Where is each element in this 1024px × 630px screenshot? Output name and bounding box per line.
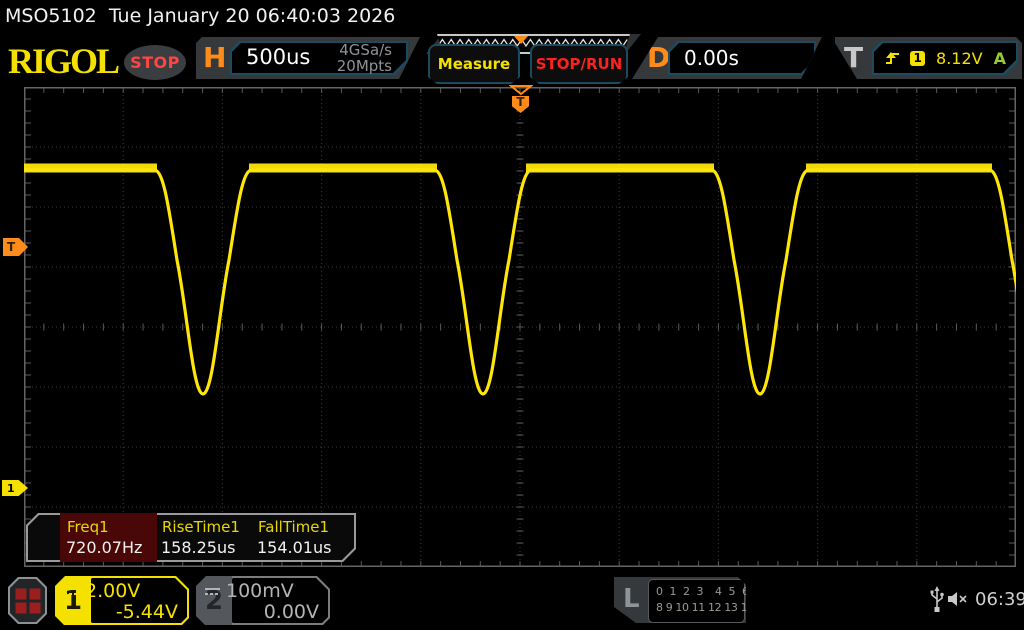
measurement-freq1[interactable]: Freq1 720.07Hz	[60, 513, 157, 562]
overview-position-marker-icon[interactable]	[514, 36, 528, 44]
trigger-settings[interactable]: T 1 8.12V A	[835, 37, 1022, 79]
measure-button-label: Measure	[438, 55, 510, 73]
measurement-label: RiseTime1	[162, 518, 240, 536]
clock: 06:39	[975, 589, 1024, 610]
dc-coupling-icon	[64, 588, 79, 595]
acquisition-status-badge: STOP	[124, 45, 186, 80]
measurement-risetime1[interactable]: RiseTime1 158.25us	[157, 513, 253, 562]
sample-rate: 4GSa/s	[337, 42, 392, 58]
logic-analyzer-tab[interactable]: L 0 1 2 3 4 5 6 7 8 9 10 11 12 13 14 15	[614, 577, 746, 623]
stop-run-button[interactable]: STOP/RUN	[530, 44, 628, 84]
measurement-label: Freq1	[67, 518, 109, 536]
title-bar: MSO5102 Tue January 20 06:40:03 2026	[5, 5, 395, 27]
trigger-label: T	[844, 41, 863, 74]
logic-channels-box: 0 1 2 3 4 5 6 7 8 9 10 11 12 13 14 15	[648, 579, 745, 623]
channel-1-offset: -5.44V	[116, 601, 178, 623]
timebase-value: 500us	[246, 45, 310, 69]
graticule-and-trace	[24, 87, 1016, 567]
channel-2-scale: 100mV	[226, 580, 294, 602]
measure-button[interactable]: Measure	[428, 44, 520, 84]
memory-depth: 20Mpts	[337, 58, 392, 74]
channel-2-offset: 0.00V	[264, 601, 319, 623]
delay-box[interactable]: 0.00s	[668, 41, 816, 75]
channel-1-tab[interactable]: 1 2.00V -5.44V	[55, 576, 189, 625]
timebase-box[interactable]: 500us 4GSa/s 20Mpts	[230, 41, 408, 75]
rigol-logo: RIGOL	[8, 40, 118, 82]
waveform-display-area[interactable]	[24, 87, 1016, 567]
oscilloscope-screen: MSO5102 Tue January 20 06:40:03 2026 RIG…	[0, 0, 1024, 630]
trigger-position-outline-icon[interactable]	[509, 85, 533, 95]
trigger-slope-rising-icon	[884, 50, 899, 66]
measurement-value: 154.01us	[257, 538, 331, 557]
channel-1-scale: 2.00V	[85, 580, 140, 602]
horizontal-settings[interactable]: H 500us 4GSa/s 20Mpts	[196, 37, 420, 79]
delay-value: 0.00s	[684, 46, 739, 70]
measurement-label: FallTime1	[258, 518, 329, 536]
grid-display-icon	[15, 588, 40, 613]
measurement-value: 720.07Hz	[66, 538, 142, 557]
stop-run-button-label: STOP/RUN	[536, 55, 623, 73]
speaker-muted-icon	[947, 591, 971, 607]
measurement-panel[interactable]: Freq1 720.07Hz RiseTime1 158.25us FallTi…	[26, 513, 356, 562]
logic-channels-row2: 8 9 10 11 12 13 14 15	[656, 601, 770, 614]
horizontal-label: H	[203, 41, 226, 74]
delay-settings[interactable]: D 0.00s	[632, 37, 822, 79]
quick-access-button[interactable]	[8, 577, 47, 624]
measurement-falltime1[interactable]: FallTime1 154.01us	[253, 513, 349, 562]
acquisition-status-label: STOP	[130, 53, 180, 72]
logic-channels-row1: 0 1 2 3 4 5 6 7	[656, 585, 764, 598]
usb-icon	[929, 586, 945, 614]
measurement-value: 158.25us	[161, 538, 235, 557]
trigger-box[interactable]: 1 8.12V A	[872, 41, 1018, 75]
delay-label: D	[647, 41, 670, 74]
dc-coupling-icon	[205, 588, 220, 595]
trigger-level-value: 8.12V	[936, 49, 983, 68]
trigger-mode: A	[994, 49, 1006, 68]
channel-2-tab[interactable]: 2 100mV 0.00V	[196, 576, 330, 625]
trigger-source-badge: 1	[910, 51, 925, 66]
logic-analyzer-label: L	[623, 584, 640, 614]
